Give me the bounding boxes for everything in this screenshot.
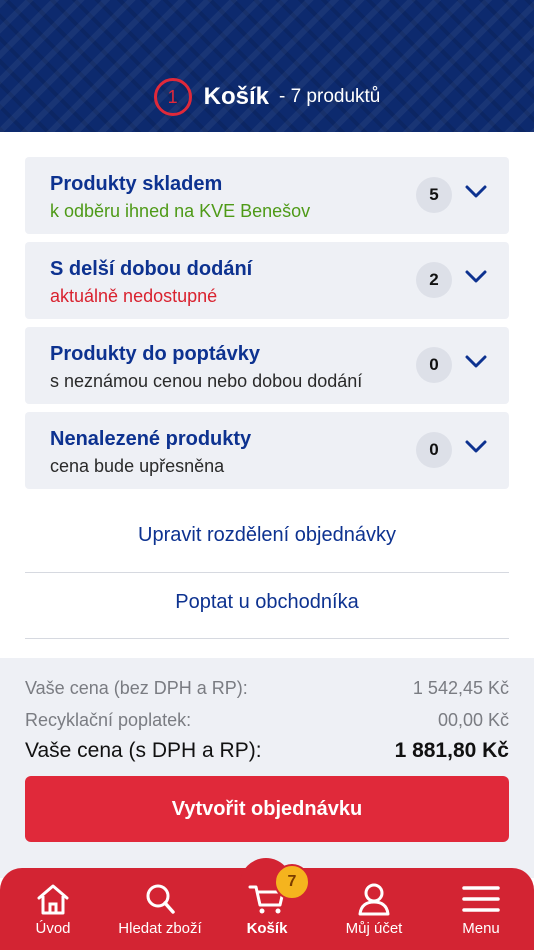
price-no-vat-row: Vaše cena (bez DPH a RP): 1 542,45 Kč — [25, 678, 509, 699]
recycling-fee-value: 00,00 Kč — [437, 710, 509, 730]
chevron-down-icon[interactable] — [465, 185, 487, 199]
nav-cart-label: Košík — [246, 920, 288, 937]
page-header: 1 Košík - 7 produktů — [0, 0, 534, 132]
chevron-down-icon[interactable] — [465, 270, 487, 284]
chevron-down-icon[interactable] — [465, 440, 487, 454]
nav-menu-label: Menu — [462, 920, 500, 937]
group-count-badge: 0 — [416, 347, 452, 383]
recycling-fee-row: Recyklační poplatek: 00,00 Kč — [25, 710, 509, 731]
page-title: Košík — [203, 83, 269, 110]
ask-dealer-link[interactable]: Poptat u obchodníka — [25, 591, 509, 614]
step-indicator: 1 — [153, 78, 192, 116]
nav-search[interactable]: Hledat zboží — [107, 882, 213, 937]
price-vat-row: Vaše cena (s DPH a RP): 1 881,80 Kč — [25, 739, 509, 763]
home-icon — [37, 884, 69, 915]
nav-account[interactable]: Můj účet — [321, 882, 427, 937]
recycling-fee-label: Recyklační poplatek: — [25, 710, 192, 730]
create-order-button[interactable]: Vytvořit objednávku — [25, 776, 509, 842]
hamburger-menu-icon — [462, 886, 500, 912]
divider — [25, 638, 509, 639]
edit-order-split-link[interactable]: Upravit rozdělení objednávky — [25, 524, 509, 547]
group-in-stock[interactable]: Produkty skladem k odběru ihned na KVE B… — [25, 157, 509, 234]
nav-search-label: Hledat zboží — [118, 920, 202, 937]
group-count-badge: 5 — [416, 177, 452, 213]
group-count-badge: 2 — [416, 262, 452, 298]
price-no-vat-label: Vaše cena (bez DPH a RP): — [25, 678, 248, 698]
product-count-label: - 7 produktů — [278, 86, 381, 107]
cart-groups: Produkty skladem k odběru ihned na KVE B… — [25, 157, 509, 497]
price-vat-label: Vaše cena (s DPH a RP): — [25, 739, 262, 762]
nav-account-label: Můj účet — [345, 920, 403, 937]
nav-home[interactable]: Úvod — [0, 882, 106, 937]
group-count-badge: 0 — [416, 432, 452, 468]
bottom-nav: Úvod Hledat zboží Košík Můj účet Menu — [0, 858, 534, 950]
price-no-vat-value: 1 542,45 Kč — [412, 678, 509, 698]
price-summary: Vaše cena (bez DPH a RP): 1 542,45 Kč Re… — [0, 658, 534, 878]
header-title-row: 1 Košík - 7 produktů — [0, 78, 534, 116]
search-icon — [146, 884, 175, 914]
group-inquiry[interactable]: Produkty do poptávky s neznámou cenou ne… — [25, 327, 509, 404]
group-not-found[interactable]: Nenalezené produkty cena bude upřesněna … — [25, 412, 509, 489]
nav-menu[interactable]: Menu — [428, 882, 534, 937]
group-longer-delivery[interactable]: S delší dobou dodání aktuálně nedostupné… — [25, 242, 509, 319]
nav-home-label: Úvod — [35, 920, 71, 937]
cart-screen: 1 Košík - 7 produktů Produkty skladem k … — [0, 0, 534, 950]
price-vat-value: 1 881,80 Kč — [394, 739, 509, 762]
user-icon — [358, 883, 390, 916]
chevron-down-icon[interactable] — [465, 355, 487, 369]
divider — [25, 572, 509, 573]
cart-count-badge: 7 — [274, 864, 310, 900]
